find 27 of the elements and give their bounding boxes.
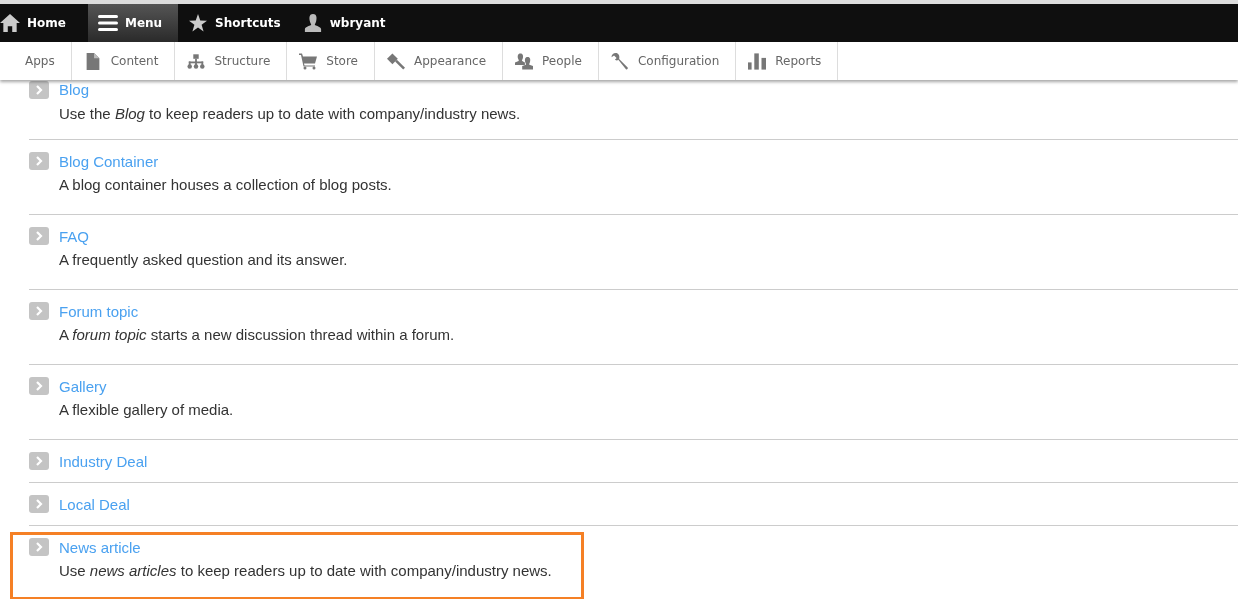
wrench-icon (610, 52, 629, 70)
toolbar-tab[interactable]: wbryant (302, 4, 398, 42)
toolbar-tab[interactable]: Menu (87, 4, 179, 42)
expand-icon[interactable] (29, 81, 49, 99)
content-type-description: A blog container houses a collection of blog posts. (59, 176, 393, 195)
content-type-description: A flexible gallery of media. (59, 401, 235, 420)
expand-icon[interactable] (29, 377, 49, 395)
expand-icon[interactable] (29, 495, 49, 513)
expand-icon[interactable] (29, 227, 49, 245)
home-icon (0, 14, 20, 32)
user-icon (302, 14, 323, 32)
people-icon (515, 52, 534, 70)
expand-icon[interactable] (29, 452, 49, 470)
toolbar-tab[interactable]: Home (0, 4, 78, 42)
menu-icon (97, 14, 118, 32)
content-type-description: Use the Blog to keep readers up to date with company/industry news. (59, 105, 522, 124)
content-type-description: Use news articles to keep readers up to date with company/industry news. (59, 562, 553, 581)
cart-icon (299, 52, 318, 70)
bar-chart-icon (748, 52, 767, 70)
expand-icon[interactable] (29, 538, 49, 556)
toolbar-tab[interactable]: Shortcuts (188, 4, 293, 42)
content-type-description: A forum topic starts a new discussion thread within a forum. (59, 326, 456, 345)
content-type-description: A frequently asked question and its answer. (59, 251, 349, 270)
hierarchy-icon (187, 52, 206, 70)
expand-icon[interactable] (29, 152, 49, 170)
star-icon (188, 14, 209, 32)
expand-icon[interactable] (29, 302, 49, 320)
